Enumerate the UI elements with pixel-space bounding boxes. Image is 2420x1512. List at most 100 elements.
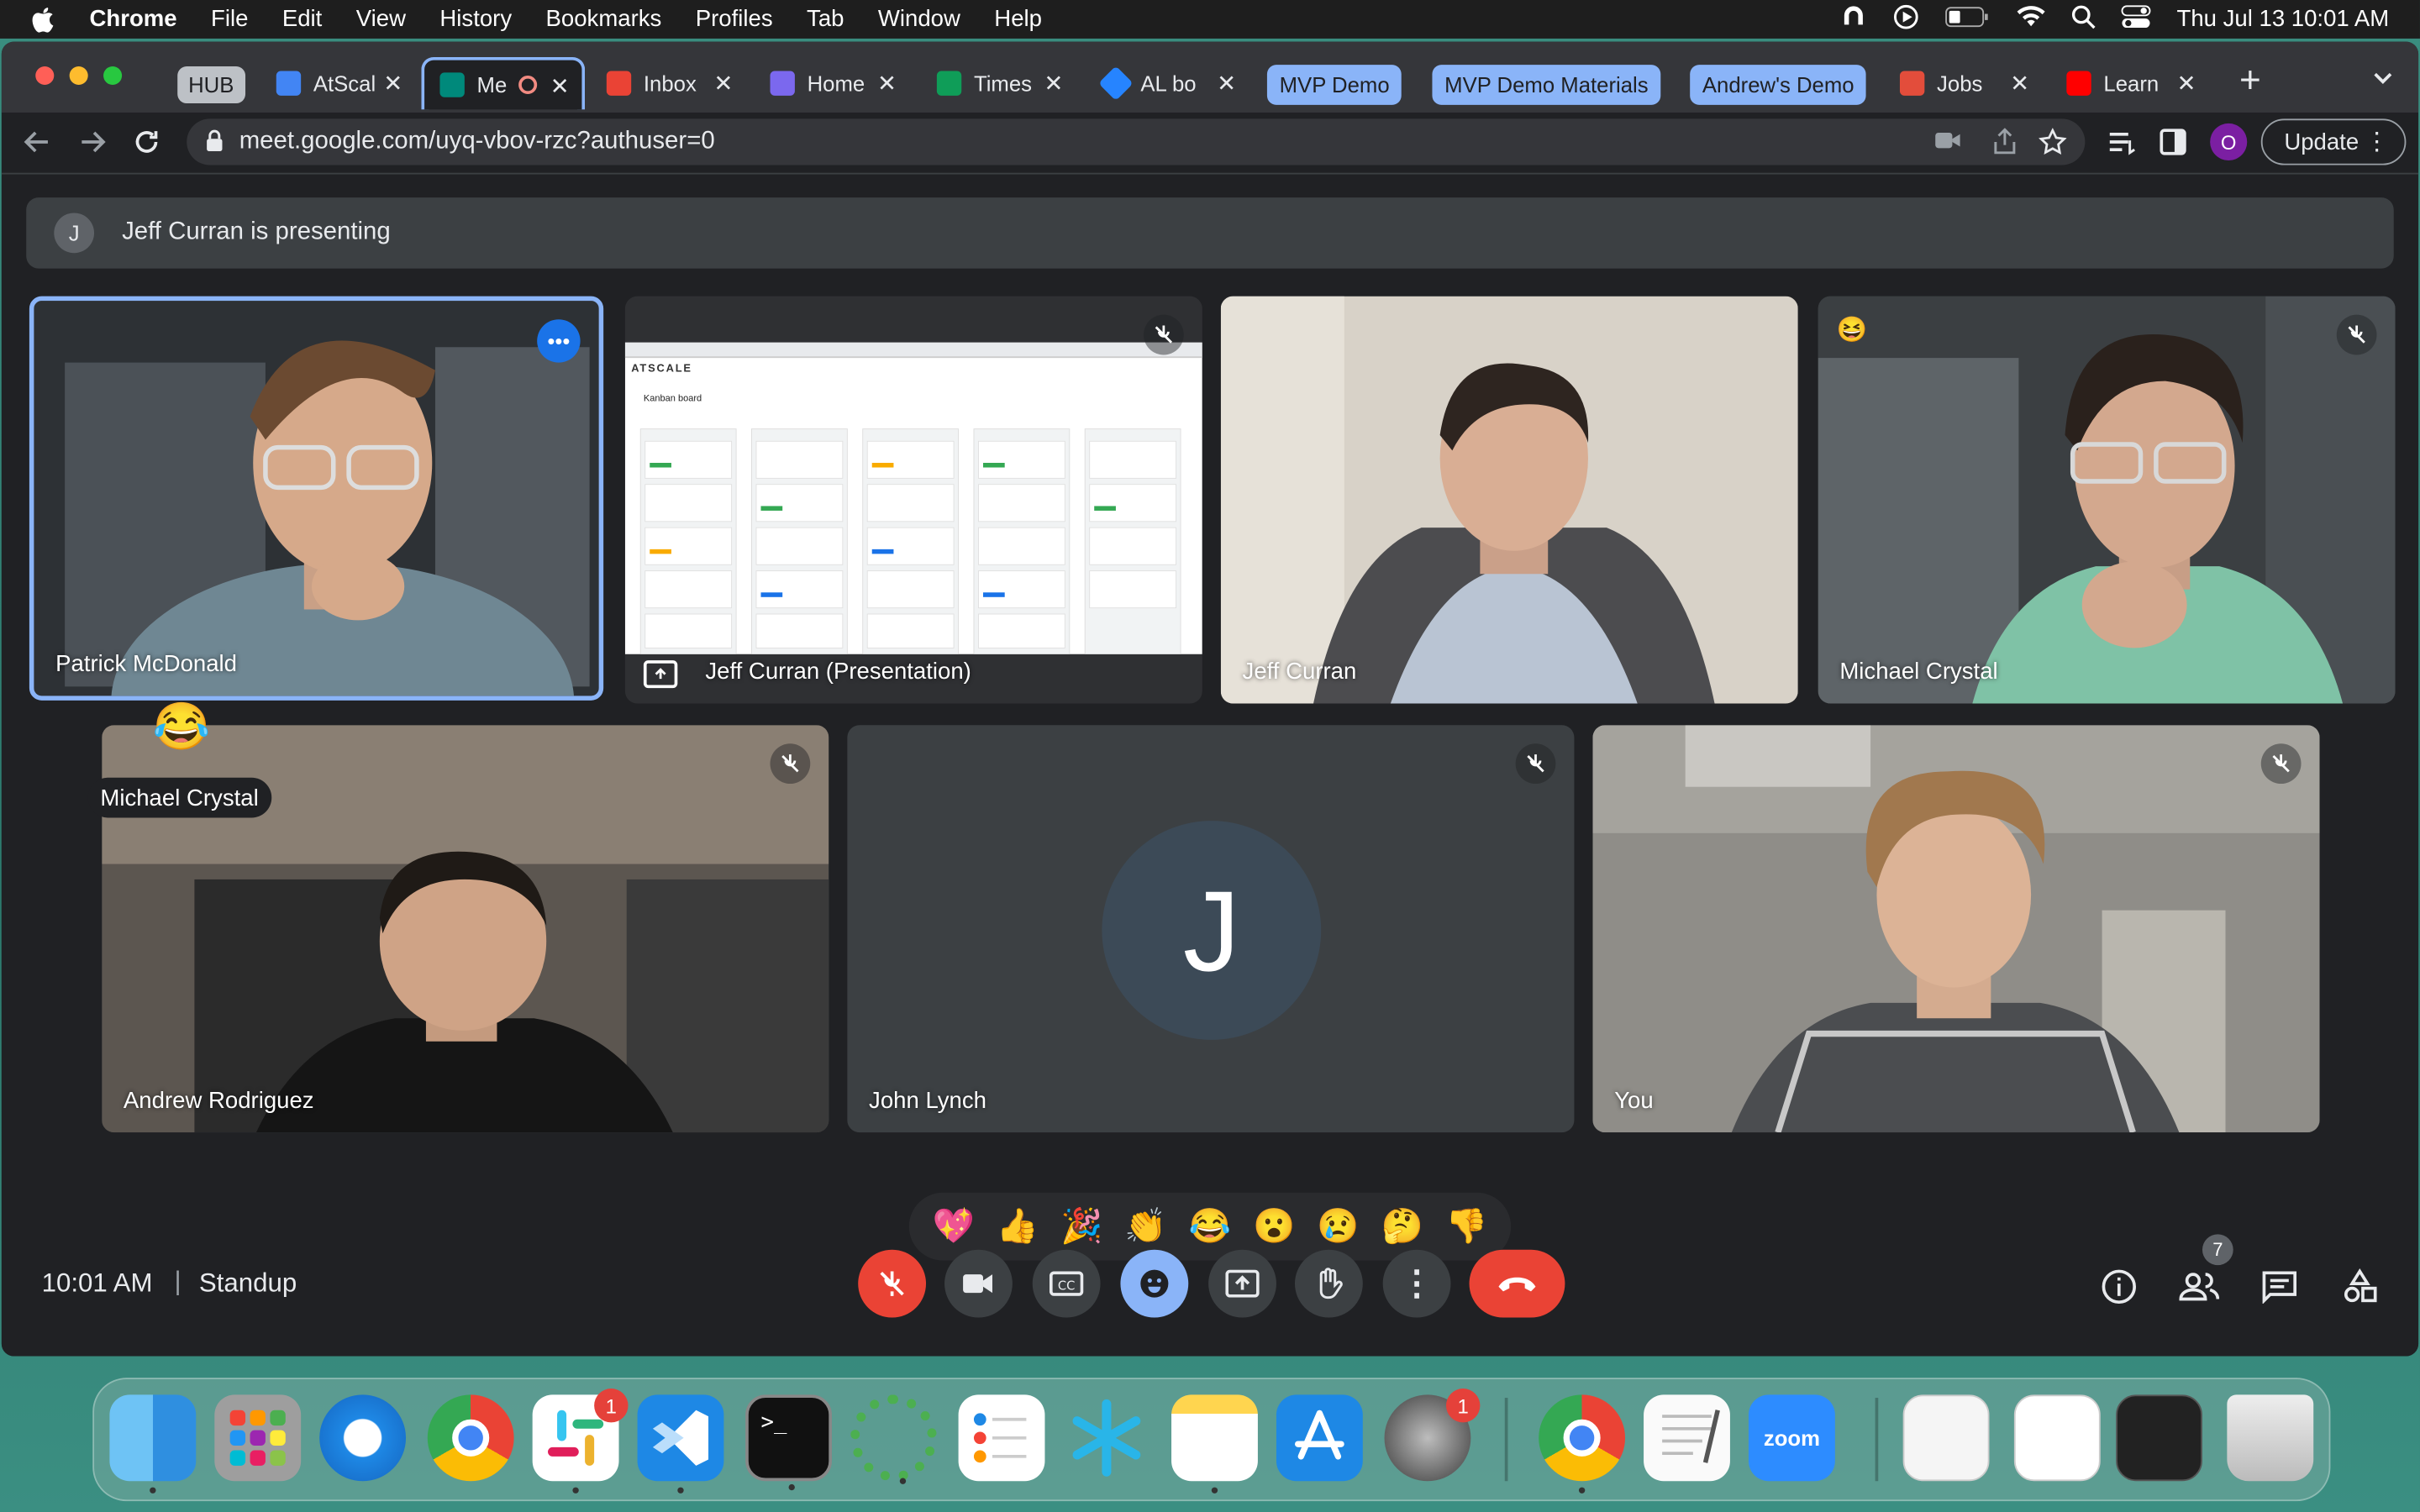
menu-tab[interactable]: Tab [807, 6, 844, 32]
reaction-thumbs-down-button[interactable]: 👎 [1445, 1206, 1487, 1247]
forward-arrow-icon[interactable] [79, 128, 107, 163]
close-tab-icon[interactable]: ✕ [2177, 70, 2196, 97]
reaction-surprised-button[interactable]: 😮 [1253, 1206, 1295, 1247]
vscode-icon[interactable] [637, 1394, 724, 1494]
present-now-button[interactable] [1208, 1249, 1276, 1318]
participant-tile-you[interactable]: You [1592, 725, 2320, 1133]
minimize-window-button[interactable] [69, 66, 88, 86]
menu-bookmarks[interactable]: Bookmarks [546, 6, 662, 32]
meeting-details-button[interactable] [2097, 1265, 2140, 1308]
menubar-clock[interactable]: Thu Jul 13 10:01 AM [2176, 6, 2389, 32]
close-tab-icon[interactable]: ✕ [550, 72, 570, 100]
profile-avatar[interactable]: O [2210, 123, 2248, 161]
notes-icon[interactable] [1171, 1394, 1258, 1494]
participant-tile-john[interactable]: J John Lynch [847, 725, 1575, 1133]
system-settings-icon[interactable]: 1 [1384, 1389, 1481, 1482]
terminal-icon[interactable]: >_ [745, 1394, 832, 1491]
lock-icon[interactable] [205, 129, 224, 160]
microphone-toggle-button[interactable] [858, 1249, 927, 1318]
reaction-thinking-button[interactable]: 🤔 [1381, 1206, 1423, 1247]
camera-toggle-button[interactable] [944, 1249, 1013, 1318]
menu-history[interactable]: History [439, 6, 512, 32]
tab-inbox[interactable]: Inbox ✕ [591, 57, 745, 109]
back-arrow-icon[interactable] [24, 128, 51, 163]
menu-view[interactable]: View [356, 6, 406, 32]
close-tab-icon[interactable]: ✕ [1217, 70, 1236, 97]
tab-home[interactable]: Home ✕ [755, 57, 909, 109]
captions-button[interactable]: CC [1032, 1249, 1101, 1318]
tab-times[interactable]: Times ✕ [922, 57, 1076, 109]
close-tab-icon[interactable]: ✕ [1044, 70, 1063, 97]
recent-file-thumbnail-icon[interactable] [2013, 1394, 2101, 1482]
reload-icon[interactable] [131, 127, 162, 165]
update-button[interactable]: Update ⋮ [2260, 118, 2407, 165]
apple-menu-icon[interactable] [31, 5, 55, 33]
reaction-sparkling-heart-button[interactable]: 💖 [932, 1206, 974, 1247]
battery-icon[interactable] [1945, 5, 1991, 33]
tab-group-andrews-demo[interactable]: Andrew's Demo [1690, 65, 1867, 105]
tab-jobs[interactable]: Jobs ✕ [1885, 57, 2042, 109]
participant-tile-jeff[interactable]: Jeff Curran [1220, 296, 1798, 704]
chrome-icon[interactable] [427, 1394, 514, 1482]
sync-app-icon[interactable] [850, 1394, 937, 1484]
vpn-status-icon[interactable] [1840, 3, 1868, 36]
recent-document-thumbnail-icon[interactable] [1902, 1394, 1990, 1482]
activities-button[interactable] [2338, 1265, 2381, 1308]
menu-file[interactable]: File [211, 6, 248, 32]
reaction-party-button[interactable]: 🎉 [1060, 1206, 1102, 1247]
share-icon[interactable] [1992, 128, 2017, 163]
close-tab-icon[interactable]: ✕ [713, 70, 733, 97]
kebab-menu-icon[interactable]: ⋮ [2365, 127, 2389, 158]
participants-button[interactable] [2178, 1265, 2221, 1308]
slack-icon[interactable]: 1 [532, 1389, 629, 1494]
spotlight-search-icon[interactable] [2072, 4, 2096, 35]
launchpad-icon[interactable] [214, 1394, 302, 1482]
chat-button[interactable] [2258, 1265, 2301, 1308]
zoom-window-button[interactable] [103, 66, 123, 86]
reaction-thumbs-up-button[interactable]: 👍 [997, 1206, 1039, 1247]
side-panel-icon[interactable] [2160, 128, 2187, 163]
address-bar[interactable]: meet.google.com/uyq-vbov-rzc?authuser=0 [187, 118, 2086, 165]
participant-tile-presentation[interactable]: ATSCALE Kanban board Jeff Curran (Presen… [624, 296, 1202, 704]
close-tab-icon[interactable]: ✕ [877, 70, 897, 97]
participant-tile-patrick[interactable]: ••• Patrick McDonald [29, 296, 604, 701]
tab-al-board[interactable]: AL bo ✕ [1088, 57, 1249, 109]
app-store-icon[interactable] [1276, 1394, 1363, 1482]
reaction-laugh-button[interactable]: 😂 [1189, 1206, 1231, 1247]
menu-window[interactable]: Window [878, 6, 960, 32]
textedit-icon[interactable] [1644, 1394, 1730, 1482]
tab-learn[interactable]: Learn ✕ [2051, 57, 2208, 109]
reaction-crying-button[interactable]: 😢 [1317, 1206, 1359, 1247]
control-center-icon[interactable] [2121, 4, 2152, 35]
reactions-button[interactable] [1120, 1249, 1189, 1318]
more-options-icon[interactable]: ••• [537, 319, 581, 363]
tab-atscale[interactable]: AtScal ✕ [260, 57, 415, 109]
zoom-icon[interactable]: zoom [1748, 1394, 1835, 1482]
camera-in-use-icon[interactable] [1933, 129, 1961, 159]
menu-app-name[interactable]: Chrome [90, 6, 177, 32]
close-tab-icon[interactable]: ✕ [383, 70, 402, 97]
reaction-clap-button[interactable]: 👏 [1124, 1206, 1166, 1247]
tab-meet-active[interactable]: Me ✕ [421, 56, 586, 110]
play-status-icon[interactable] [1893, 3, 1921, 36]
close-tab-icon[interactable]: ✕ [2010, 70, 2029, 97]
menu-profiles[interactable]: Profiles [696, 6, 773, 32]
menu-edit[interactable]: Edit [282, 6, 322, 32]
participant-tile-michael[interactable]: 😆 Michael Crystal [1818, 296, 2396, 704]
tab-group-mvp-demo[interactable]: MVP Demo [1266, 65, 1402, 105]
recent-window-thumbnail-icon[interactable] [2116, 1394, 2202, 1482]
tab-group-mvp-demo-materials[interactable]: MVP Demo Materials [1432, 65, 1661, 105]
snowflake-icon[interactable] [1063, 1394, 1150, 1481]
bookmark-star-icon[interactable] [2038, 128, 2067, 163]
reminders-icon[interactable] [958, 1394, 1045, 1482]
finder-icon[interactable] [109, 1394, 197, 1494]
tab-group-hub[interactable]: HUB [177, 66, 245, 104]
more-options-button[interactable]: ⋮ [1382, 1249, 1451, 1318]
wifi-icon[interactable] [2016, 4, 2047, 35]
chrome-recent-icon[interactable] [1539, 1394, 1626, 1494]
safari-icon[interactable] [319, 1394, 407, 1482]
leave-call-button[interactable] [1469, 1249, 1565, 1318]
raise-hand-button[interactable] [1294, 1249, 1363, 1318]
tab-search-chevron-icon[interactable] [2372, 66, 2394, 94]
trash-icon[interactable] [2227, 1394, 2314, 1482]
